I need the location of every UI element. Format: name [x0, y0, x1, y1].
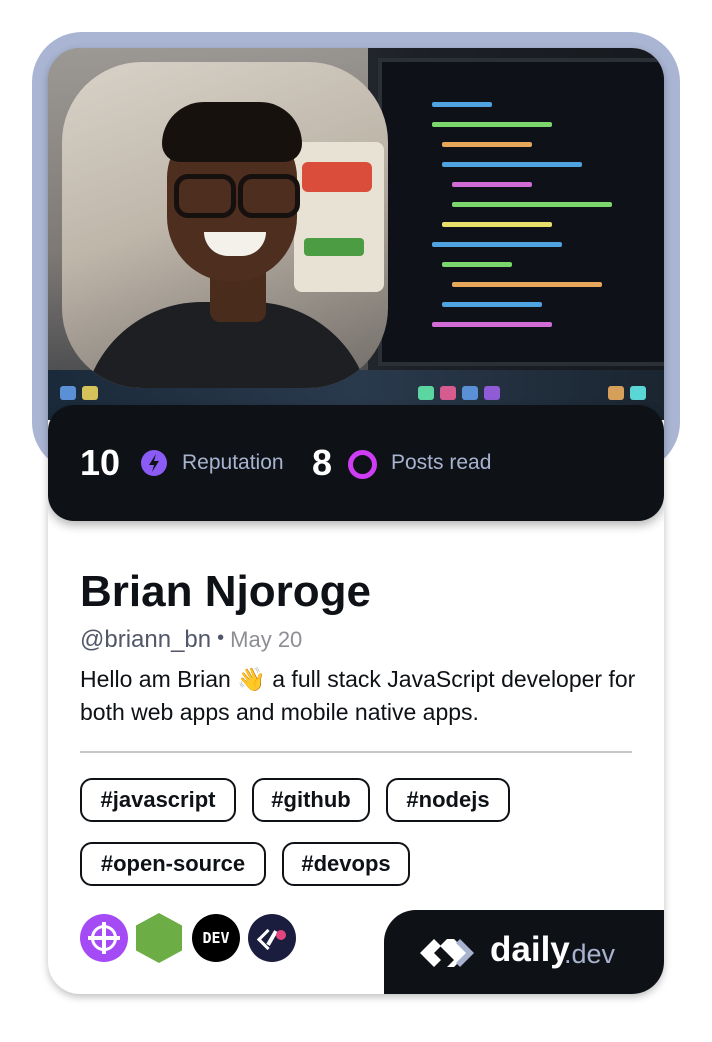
cover-monitor — [378, 58, 664, 366]
profile-bio: Hello am Brian 👋 a full stack JavaScript… — [80, 666, 636, 725]
tag-javascript[interactable]: #javascript — [80, 778, 236, 822]
reputation-bolt-icon — [141, 450, 167, 476]
posts-read-value: 8 — [312, 442, 333, 483]
profile-handle: @briann_bn — [80, 626, 212, 653]
tag-open-source[interactable]: #open-source — [80, 842, 266, 886]
crosshair-source-icon[interactable] — [80, 914, 128, 962]
brand-name: daily — [490, 930, 570, 969]
tag-nodejs[interactable]: #nodejs — [386, 778, 510, 822]
stats-bar: 10 Reputation 8 Posts read — [48, 405, 664, 521]
profile-meta: @briann_bn • May 20 — [80, 626, 302, 657]
reputation-label: Reputation — [182, 451, 284, 474]
posts-read-eye-icon — [348, 450, 377, 479]
divider — [80, 751, 632, 753]
avatar-background-sign — [294, 142, 384, 292]
nodejs-source-icon[interactable] — [136, 913, 182, 963]
profile-avatar — [62, 62, 388, 388]
profile-card: 10 Reputation 8 Posts read Brian Njoroge… — [48, 48, 664, 994]
reputation-value: 10 — [80, 442, 121, 483]
separator-dot: • — [217, 627, 225, 649]
cover-image — [48, 48, 664, 420]
brand-tld: .dev — [564, 939, 616, 969]
dev-source-icon[interactable]: DEV — [192, 914, 240, 962]
profile-name: Brian Njoroge — [80, 567, 371, 616]
code-source-icon[interactable] — [248, 914, 296, 962]
join-date: May 20 — [230, 627, 303, 652]
posts-read-label: Posts read — [391, 451, 492, 474]
daily-dev-brand: daily .dev — [384, 910, 664, 994]
tag-github[interactable]: #github — [252, 778, 370, 822]
daily-dev-logo-icon — [420, 939, 474, 967]
tag-devops[interactable]: #devops — [282, 842, 410, 886]
